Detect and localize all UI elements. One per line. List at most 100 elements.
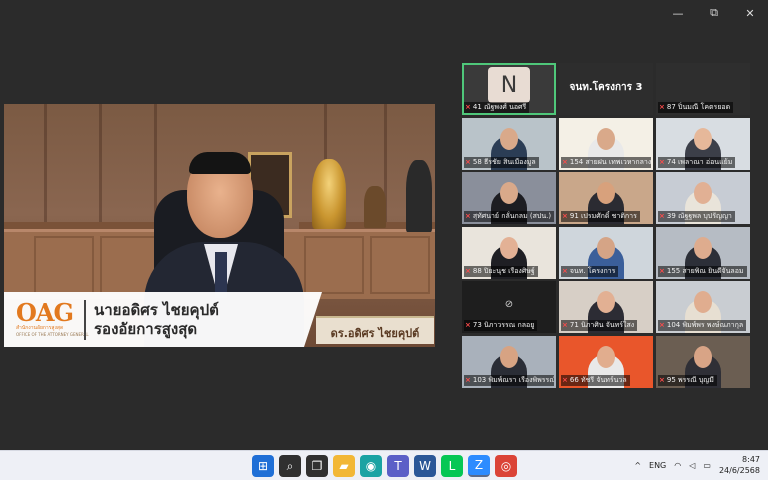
speaker-hair xyxy=(189,152,251,174)
windows-start-icon[interactable]: ⊞ xyxy=(252,455,274,477)
participant-name: 58 ธีรชัย สินเมืองมูล xyxy=(472,157,536,166)
close-icon[interactable]: ✕ xyxy=(732,0,768,26)
mic-muted-icon: ⨯ xyxy=(465,157,471,166)
participant-video-face xyxy=(694,127,712,150)
participant-name: 73 นิภาวรรณ กลอยู xyxy=(472,321,535,330)
participant-tile[interactable]: ⨯ 87 ปิ่นมณี โคตรยอด xyxy=(656,63,750,115)
participant-tile[interactable]: N ⨯ 41 ณัฐพงศ์ นอศรี xyxy=(462,63,556,115)
participant-tile[interactable]: ⨯ 154 สายฝน เทพเวหากลาง xyxy=(559,117,653,170)
participant-tile[interactable]: ⨯ 91 เปรมศักดิ์ ชาติการ xyxy=(559,172,653,225)
mic-muted-icon: ⨯ xyxy=(465,212,471,221)
participant-name-label: ⨯ 95 พรรณี บุญมี xyxy=(658,374,717,386)
buddha-statue xyxy=(312,159,346,229)
window-controls: — ⧉ ✕ xyxy=(660,0,768,26)
mic-muted-icon: ⨯ xyxy=(562,266,568,275)
oag-logo-english: OFFICE OF THE ATTORNEY GENERAL xyxy=(16,332,89,337)
participant-tile[interactable]: ⨯ 39 ณัฐฐพล บุปรัญญา xyxy=(656,172,750,225)
participant-tile[interactable]: ⨯ 103 พิมพ์ณรา เรืองพิพรรณ์ xyxy=(462,335,556,388)
participant-name-label: ⨯ 74 เพลาณา อ่อนแย้ม xyxy=(658,156,736,168)
mic-muted-icon: ⨯ xyxy=(659,212,665,221)
participant-name-label: ⨯ 155 สายพิณ ยินดีจันลอม xyxy=(658,265,747,277)
banner-divider xyxy=(84,299,86,340)
participant-video-face xyxy=(500,127,518,150)
taskbar-clock[interactable]: 8:47 24/6/2568 xyxy=(719,454,760,476)
participant-tile[interactable]: ⨯ 74 เพลาณา อ่อนแย้ม xyxy=(656,117,750,170)
participant-name-label: ⨯ 104 พิมพ์พร พงษ์ณภากุล xyxy=(658,320,747,332)
mic-muted-icon: ⨯ xyxy=(562,157,568,166)
participant-name-label: ⨯ จนท. โครงการ xyxy=(561,265,619,277)
cabinet-door xyxy=(34,236,94,294)
participant-video-face xyxy=(694,182,712,205)
restore-icon[interactable]: ⧉ xyxy=(696,0,732,26)
mic-muted-icon: ⨯ xyxy=(465,321,471,330)
participant-tile[interactable]: ⨯ 71 นิภาศิน จันทร์ใสง xyxy=(559,281,653,334)
input-language[interactable]: ENG xyxy=(649,461,666,470)
participant-name: 39 ณัฐฐพล บุปรัญญา xyxy=(666,212,732,221)
participant-name-label: ⨯ สุทัศนาย์ กลั่นกลม (สปน.) xyxy=(464,211,554,223)
teams-icon[interactable]: T xyxy=(387,455,409,477)
participant-name-label: ⨯ 66 ทัชรี จันทร์นวล xyxy=(561,374,630,386)
wifi-icon[interactable]: ◠ xyxy=(674,461,681,470)
participant-tile[interactable]: ⨯ สุทัศนาย์ กลั่นกลม (สปน.) xyxy=(462,172,556,225)
participant-name-label: ⨯ 91 เปรมศักดิ์ ชาติการ xyxy=(561,211,640,223)
volume-icon[interactable]: ◁ xyxy=(689,461,695,470)
mic-muted-icon: ⨯ xyxy=(465,266,471,275)
participant-name-label: ⨯ 41 ณัฐพงศ์ นอศรี xyxy=(464,102,530,113)
participant-video-face xyxy=(500,182,518,205)
participant-gallery: N ⨯ 41 ณัฐพงศ์ นอศรี จนท.โครงการ 3 ⨯ 87 ปิ่นม… xyxy=(462,63,750,388)
participant-tile[interactable]: ⨯ 88 ปิยะนุช เรืองศิษฐ์ xyxy=(462,226,556,279)
chrome-icon[interactable]: ◎ xyxy=(495,455,517,477)
mic-muted-icon: ⨯ xyxy=(659,321,665,330)
mic-muted-icon: ⨯ xyxy=(465,103,471,111)
desk-nameplate-text: ดร.อดิศร ไชยคุปต์ xyxy=(330,327,420,340)
mic-muted-icon: ⨯ xyxy=(562,375,568,384)
participant-tile[interactable]: ⨯ 58 ธีรชัย สินเมืองมูล xyxy=(462,117,556,170)
desk-nameplate: ดร.อดิศร ไชยคุปต์ xyxy=(316,316,434,344)
participant-tile[interactable]: ⨯ 95 พรรณี บุญมี xyxy=(656,335,750,388)
participant-tile[interactable]: ⨯ 66 ทัชรี จันทร์นวล xyxy=(559,335,653,388)
file-explorer-icon[interactable]: ▰ xyxy=(333,455,355,477)
participant-name: 41 ณัฐพงศ์ นอศรี xyxy=(472,103,527,111)
participant-name-label: ⨯ 39 ณัฐฐพล บุปรัญญา xyxy=(658,211,735,223)
word-icon[interactable]: W xyxy=(414,455,436,477)
mic-muted-icon: ⨯ xyxy=(465,375,471,384)
edge-icon[interactable]: ◉ xyxy=(360,455,382,477)
mic-muted-icon: ⨯ xyxy=(659,266,665,275)
participant-tile[interactable]: ⨯ จนท. โครงการ xyxy=(559,226,653,279)
participant-name: 66 ทัชรี จันทร์นวล xyxy=(569,375,627,384)
task-view-icon[interactable]: ❐ xyxy=(306,455,328,477)
tray-chevron-icon[interactable]: ^ xyxy=(634,461,641,470)
participant-video-face xyxy=(694,236,712,259)
small-statue xyxy=(364,186,386,228)
speaker-video[interactable]: ดร.อดิศร ไชยคุปต์ OAG สำนักงานอัยการสูงส… xyxy=(4,104,435,347)
zoom-icon[interactable]: Z xyxy=(468,455,490,477)
participant-name-label: ⨯ 58 ธีรชัย สินเมืองมูล xyxy=(464,156,539,168)
windows-taskbar: ⊞ ⌕ ❐ ▰ ◉ T W L Z ◎ ^ ENG ◠ ◁ ▭ 8:47 24/6/2568 xyxy=(0,450,768,480)
minimize-icon[interactable]: — xyxy=(660,0,696,26)
participant-name: 154 สายฝน เทพเวหากลาง xyxy=(569,157,651,166)
participant-name: 91 เปรมศักดิ์ ชาติการ xyxy=(569,212,637,221)
participant-tile[interactable]: ⨯ 104 พิมพ์พร พงษ์ณภากุล xyxy=(656,281,750,334)
participant-name-label: ⨯ 71 นิภาศิน จันทร์ใสง xyxy=(561,320,638,332)
battery-icon[interactable]: ▭ xyxy=(703,461,711,470)
participant-video-face xyxy=(597,236,615,259)
participant-video-face xyxy=(500,236,518,259)
speaker-position: รองอัยการสูงสุด xyxy=(94,319,198,338)
clock-date: 24/6/2568 xyxy=(718,466,760,475)
search-icon[interactable]: ⌕ xyxy=(279,455,301,477)
participant-tile[interactable]: ⨯ 155 สายพิณ ยินดีจันลอม xyxy=(656,226,750,279)
name-banner: OAG สำนักงานอัยการสูงสุด OFFICE OF THE A… xyxy=(4,292,322,347)
line-icon[interactable]: L xyxy=(441,455,463,477)
participant-video-face xyxy=(694,345,712,368)
participant-name-label: ⨯ 73 นิภาวรรณ กลอยู xyxy=(464,320,538,332)
participant-name: จนท. โครงการ xyxy=(569,266,616,275)
participant-video-face xyxy=(597,291,615,314)
participant-name-label: ⨯ 87 ปิ่นมณี โคตรยอด xyxy=(658,102,734,113)
participant-tile[interactable]: ⊘ ⨯ 73 นิภาวรรณ กลอยู xyxy=(462,281,556,334)
dark-statue xyxy=(406,160,432,232)
mic-muted-icon: ⨯ xyxy=(562,212,568,221)
participant-video-face xyxy=(597,345,615,368)
mic-muted-icon: ⨯ xyxy=(659,103,665,111)
oag-logo-text: OAG xyxy=(16,298,74,327)
participant-tile[interactable]: จนท.โครงการ 3 xyxy=(559,63,653,115)
